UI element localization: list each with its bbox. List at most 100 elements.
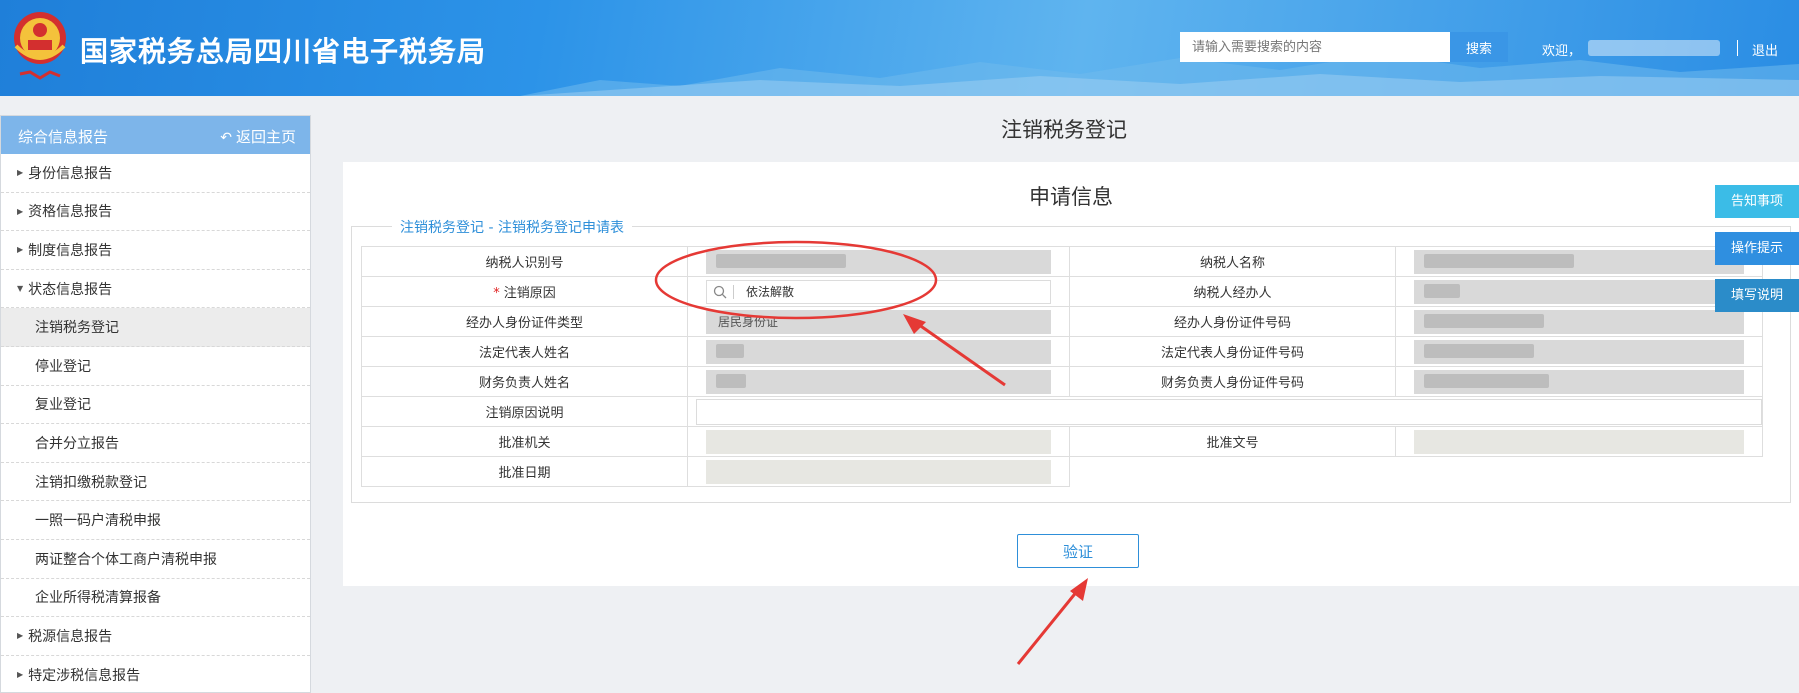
agent-cell — [1395, 276, 1763, 307]
agent-id-type-cell: 居民身份证 — [687, 306, 1070, 337]
sidebar-header: 综合信息报告 ↶ 返回主页 — [1, 116, 310, 154]
page-title: 注销税务登记 — [1001, 118, 1127, 142]
approval-no-label: 批准文号 — [1069, 426, 1396, 457]
application-panel: 申请信息 注销税务登记 - 注销税务登记申请表 纳税人识别号 纳税人名称 * 注销… — [343, 162, 1799, 586]
redacted-value — [1424, 373, 1549, 388]
table-row: 批准日期 — [361, 456, 1763, 487]
sidebar-item-label: 税源信息报告 — [28, 628, 113, 645]
fieldset-legend: 注销税务登记 - 注销税务登记申请表 — [392, 217, 632, 237]
annotation-arrow — [1016, 578, 1088, 665]
approval-no-cell — [1395, 426, 1763, 457]
table-row: 批准机关 批准文号 — [361, 426, 1763, 457]
caret-right-icon: ▶ — [17, 168, 24, 178]
sidebar-item-income-tax-liquidation[interactable]: 企业所得税清算报备 — [1, 579, 310, 618]
sidebar: 综合信息报告 ↶ 返回主页 ▶ 身份信息报告 ▶ 资格信息报告 ▶ 制度信息报告 ▼ 状态… — [0, 115, 311, 693]
site-title: 国家税务总局四川省电子税务局 — [80, 35, 487, 68]
legal-rep-id-label: 法定代表人身份证件号码 — [1069, 336, 1396, 367]
sidebar-item-status[interactable]: ▼ 状态信息报告 — [1, 270, 310, 309]
sidebar-item-system[interactable]: ▶ 制度信息报告 — [1, 231, 310, 270]
search-input[interactable] — [1180, 32, 1450, 62]
caret-down-icon: ▼ — [17, 284, 24, 294]
redacted-value — [1424, 343, 1534, 358]
sidebar-item-one-license-clearance[interactable]: 一照一码户清税申报 — [1, 501, 310, 540]
legal-rep-id-field — [1414, 339, 1744, 364]
caret-right-icon: ▶ — [17, 670, 24, 680]
notice-button[interactable]: 告知事项 — [1715, 185, 1799, 218]
reason-select[interactable]: 依法解散 — [706, 279, 1051, 304]
logout-link[interactable]: 退出 — [1752, 40, 1778, 59]
sidebar-item-specific-tax-info[interactable]: ▶ 特定涉税信息报告 — [1, 656, 310, 692]
verify-button[interactable]: 验证 — [1017, 534, 1139, 568]
taxpayer-id-cell — [687, 246, 1070, 277]
sidebar-item-merge-split[interactable]: 合并分立报告 — [1, 424, 310, 463]
caret-right-icon: ▶ — [17, 206, 24, 216]
finance-id-field — [1414, 369, 1744, 394]
welcome-text: 欢迎， — [1542, 44, 1582, 59]
redacted-username — [1588, 40, 1720, 56]
table-row: 经办人身份证件类型 居民身份证 经办人身份证件号码 — [361, 306, 1763, 337]
empty-cell — [1396, 457, 1763, 487]
search-button[interactable]: 搜索 — [1450, 32, 1508, 62]
legal-rep-id-cell — [1395, 336, 1763, 367]
sidebar-item-resume[interactable]: 复业登记 — [1, 386, 310, 425]
sidebar-title: 综合信息报告 — [18, 128, 109, 146]
sidebar-item-label: 注销税务登记 — [35, 320, 119, 337]
sidebar-item-individual-business-clearance[interactable]: 两证整合个体工商户清税申报 — [1, 540, 310, 579]
reason-cell: 依法解散 — [687, 276, 1070, 307]
taxpayer-id-field — [706, 249, 1051, 274]
input-separator — [733, 284, 734, 299]
finance-id-label: 财务负责人身份证件号码 — [1069, 366, 1396, 397]
approval-date-cell — [687, 456, 1070, 487]
sidebar-item-tax-source[interactable]: ▶ 税源信息报告 — [1, 617, 310, 656]
sidebar-item-label: 复业登记 — [35, 397, 91, 414]
sidebar-item-cancel-registration[interactable]: 注销税务登记 — [1, 308, 310, 347]
table-row: 注销原因说明 — [361, 396, 1763, 427]
table-row: 财务负责人姓名 财务负责人身份证件号码 — [361, 366, 1763, 397]
back-home-label: 返回主页 — [235, 128, 296, 146]
application-form-table: 纳税人识别号 纳税人名称 * 注销原因 依法解散 纳税人经办人 经办人身份证件类型… — [361, 246, 1763, 487]
sidebar-item-label: 制度信息报告 — [28, 242, 113, 259]
reason-label: 注销原因 — [503, 286, 556, 301]
sidebar-item-cancel-withholding[interactable]: 注销扣缴税款登记 — [1, 463, 310, 502]
caret-right-icon: ▶ — [17, 245, 24, 255]
approval-org-cell — [687, 426, 1070, 457]
taxpayer-name-label: 纳税人名称 — [1069, 246, 1396, 277]
finance-name-label: 财务负责人姓名 — [361, 366, 688, 397]
reason-desc-label: 注销原因说明 — [361, 396, 688, 427]
sidebar-item-qualification[interactable]: ▶ 资格信息报告 — [1, 193, 310, 232]
sidebar-item-label: 一照一码户清税申报 — [35, 513, 161, 530]
sidebar-item-label: 两证整合个体工商户清税申报 — [35, 551, 217, 568]
sidebar-item-label: 资格信息报告 — [28, 204, 113, 221]
sidebar-item-label: 特定涉税信息报告 — [28, 667, 141, 684]
reason-desc-input[interactable] — [696, 398, 1762, 425]
redacted-value — [716, 373, 746, 388]
approval-org-label: 批准机关 — [361, 426, 688, 457]
sidebar-item-suspend[interactable]: 停业登记 — [1, 347, 310, 386]
agent-id-no-field — [1414, 309, 1744, 334]
tips-button[interactable]: 操作提示 — [1715, 232, 1799, 265]
approval-date-field — [706, 459, 1051, 484]
redacted-value — [1424, 313, 1544, 328]
header-divider — [1737, 40, 1738, 56]
redacted-value — [716, 253, 846, 268]
legal-rep-name-field — [706, 339, 1051, 364]
table-row: 纳税人识别号 纳税人名称 — [361, 246, 1763, 277]
legal-rep-name-cell — [687, 336, 1070, 367]
required-asterisk: * — [493, 286, 500, 301]
agent-label: 纳税人经办人 — [1069, 276, 1396, 307]
agent-id-type-field: 居民身份证 — [706, 309, 1051, 334]
approval-org-field — [706, 429, 1051, 454]
taxpayer-name-cell — [1395, 246, 1763, 277]
empty-cell — [1070, 457, 1396, 487]
redacted-value — [716, 343, 744, 358]
sidebar-item-label: 身份信息报告 — [28, 165, 113, 182]
sidebar-item-identity[interactable]: ▶ 身份信息报告 — [1, 154, 310, 193]
approval-no-field — [1414, 429, 1744, 454]
legal-rep-name-label: 法定代表人姓名 — [361, 336, 688, 367]
guide-button[interactable]: 填写说明 — [1715, 279, 1799, 312]
reason-desc-cell — [687, 396, 1763, 427]
back-home-link[interactable]: ↶ 返回主页 — [220, 126, 296, 147]
redacted-value — [1424, 283, 1460, 298]
sidebar-item-label: 合并分立报告 — [35, 435, 119, 452]
taxpayer-name-field — [1414, 249, 1744, 274]
